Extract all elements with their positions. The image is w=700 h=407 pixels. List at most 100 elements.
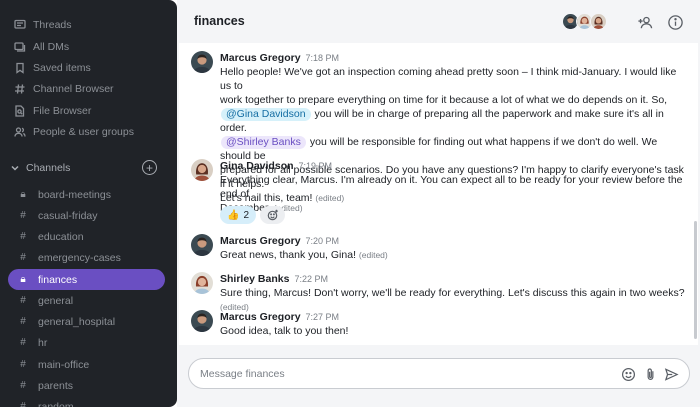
emoji-icon[interactable] [619,365,637,383]
channel-label: finances [38,273,78,286]
message-timestamp: 7:27 PM [305,312,340,322]
paperclip-icon[interactable] [641,365,659,383]
nav-all-dms-label: All DMs [33,41,70,53]
add-reaction-icon [267,209,278,221]
hash-icon: # [20,210,26,221]
message-body: Sure thing, Marcus! Don't worry, we'll b… [220,286,690,314]
bookmark-icon [14,62,26,74]
avatar [191,234,213,256]
channel-casual-friday[interactable]: # casual-friday [8,205,165,226]
nav-all-dms[interactable]: All DMs [14,39,69,55]
message-input[interactable] [200,366,600,382]
message-line: work together to prepare everything on t… [220,94,668,106]
channel-hr[interactable]: # hr [8,332,165,353]
people-icon [14,126,26,138]
channels-label: Channels [26,162,71,174]
avatar [191,159,213,181]
plus-circle-icon[interactable]: + [142,160,157,175]
message-body: Good idea, talk to you then! [220,324,690,338]
add-reaction-button[interactable] [260,206,286,224]
hash-icon: # [20,231,26,242]
chevron-down-icon [10,163,20,173]
avatar [191,310,213,332]
message-timestamp: 7:18 PM [305,53,340,63]
channel-finances[interactable]: 🔒︎ finances [8,269,165,290]
channel-general-hospital[interactable]: # general_hospital [8,311,165,332]
channel-label: hr [38,336,48,349]
hash-icon: # [20,359,26,370]
nav-people[interactable]: People & user groups [14,124,134,140]
scrollbar[interactable] [694,221,697,339]
message-timestamp: 7:22 PM [294,274,328,284]
message-author[interactable]: Shirley Banks [220,273,289,285]
channel-board-meetings[interactable]: 🔒︎ board-meetings [8,184,165,205]
channel-label: education [38,230,84,243]
nav-channel-browser[interactable]: Channel Browser [14,81,114,97]
hash-icon: # [20,401,26,407]
nav-file-browser[interactable]: File Browser [14,103,91,119]
nav-saved-items-label: Saved items [33,62,91,74]
nav-file-browser-label: File Browser [33,105,92,117]
channel-label: emergency-cases [38,251,121,264]
hash-icon: # [20,380,26,391]
channel-general[interactable]: # general [8,290,165,311]
file-search-icon [14,105,26,117]
lock-icon: 🔒︎ [20,189,26,200]
hash-icon: # [20,295,26,306]
message-body: Everything clear, Marcus. I'm already on… [220,173,690,215]
add-person-icon[interactable] [635,12,655,32]
message-author[interactable]: Marcus Gregory [220,235,301,247]
channel-emergency-cases[interactable]: # emergency-cases [8,247,165,268]
message-list[interactable]: Marcus Gregory 7:18 PM Hello people! We'… [179,43,698,345]
channel-label: random [38,400,74,407]
sidebar: Threads All DMs Saved items Channel Brow… [0,0,177,407]
avatar [191,272,213,294]
channel-label: board-meetings [38,188,111,201]
dms-icon [14,41,26,53]
channels-section-toggle[interactable]: Channels [10,160,160,176]
nav-people-label: People & user groups [33,126,134,138]
avatar [590,13,607,30]
hash-icon: # [20,337,26,348]
message-timestamp: 7:19 PM [298,161,333,171]
channel-label: general [38,294,74,307]
member-avatars[interactable] [562,13,607,30]
message-body: Great news, thank you, Gina! (edited) [220,248,690,262]
info-icon[interactable] [665,12,685,32]
channel-random[interactable]: # random [8,396,165,407]
channel-parents[interactable]: # parents [8,375,165,396]
avatar [191,51,213,73]
send-icon[interactable] [662,365,680,383]
message-author[interactable]: Gina Davidson [220,160,294,172]
thumbs-up-icon: 👍 [227,209,240,221]
channel-label: casual-friday [38,209,98,222]
nav-threads[interactable]: Threads [14,17,72,33]
channel-label: parents [38,379,74,392]
nav-threads-label: Threads [33,19,72,31]
channel-title: finances [194,14,245,28]
hash-icon: # [20,316,26,327]
channel-label: main-office [38,358,90,371]
lock-icon: 🔒︎ [20,274,26,285]
message-line: Hello people! We've got an inspection co… [220,66,677,92]
reaction-count: 2 [243,209,250,221]
channel-browser-icon [14,83,26,95]
mention-chip[interactable]: @Gina Davidson [221,108,311,121]
message-text: Good idea, talk to you then! [220,325,349,337]
mention-chip[interactable]: @Shirley Banks [221,136,306,149]
message-composer [188,358,690,389]
hash-icon: # [20,252,26,263]
nav-channel-browser-label: Channel Browser [33,83,114,95]
message-author[interactable]: Marcus Gregory [220,52,301,64]
channel-main-office[interactable]: # main-office [8,354,165,375]
edited-label: (edited) [358,250,388,260]
message-author[interactable]: Marcus Gregory [220,311,301,323]
channel-education[interactable]: # education [8,226,165,247]
message-text: Sure thing, Marcus! Don't worry, we'll b… [220,287,685,299]
message-line: Everything clear, Marcus. I'm already on… [220,174,683,200]
message-timestamp: 7:20 PM [305,236,340,246]
nav-saved-items[interactable]: Saved items [14,60,91,76]
reaction-thumbs-up[interactable]: 👍 2 [220,206,257,224]
channel-label: general_hospital [38,315,116,328]
main-panel: finances Marcus Gregory 7:18 PM Hello pe… [177,0,700,407]
